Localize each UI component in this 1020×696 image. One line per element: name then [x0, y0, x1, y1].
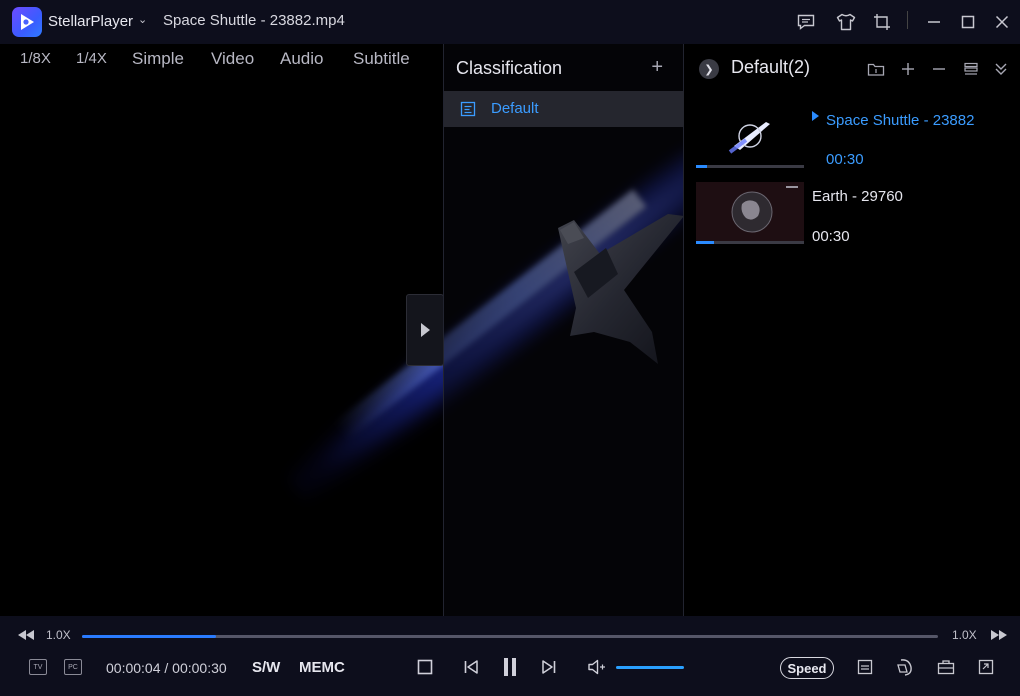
skin-shirt-icon[interactable]: [834, 10, 858, 34]
thumbnail-progress-fill: [696, 241, 715, 244]
now-playing-icon: [812, 111, 819, 121]
playlist-panel: ❯ Default(2) Space Shuttle - 23882 00:30: [684, 44, 1020, 616]
subtitle-icon[interactable]: [856, 658, 874, 676]
playlist-item[interactable]: Space Shuttle - 23882 00:30: [696, 106, 1016, 178]
time-display: 00:00:04 / 00:00:30: [106, 660, 227, 676]
app-name[interactable]: StellarPlayer: [48, 13, 133, 30]
volume-slider[interactable]: [616, 666, 684, 669]
window-title: Space Shuttle - 23882.mp4: [163, 12, 345, 29]
tab-speed-1-4x[interactable]: 1/4X: [76, 50, 107, 67]
add-classification-button[interactable]: +: [651, 56, 663, 79]
title-bar: StellarPlayer ⌄ Space Shuttle - 23882.mp…: [0, 0, 1020, 44]
chevron-down-icon[interactable]: ⌄: [138, 13, 147, 26]
fullscreen-icon[interactable]: [977, 658, 995, 676]
tab-speed-1-8x[interactable]: 1/8X: [20, 50, 51, 67]
previous-icon[interactable]: [462, 658, 480, 676]
classification-item-label: Default: [491, 100, 539, 117]
video-thumbnail: [696, 106, 804, 168]
stop-icon[interactable]: [416, 658, 434, 676]
add-folder-icon[interactable]: [865, 58, 887, 80]
tab-video[interactable]: Video: [211, 49, 254, 69]
classification-title: Classification: [456, 58, 563, 78]
thumbnail-progress: [696, 165, 804, 168]
video-thumbnail: [696, 182, 804, 244]
speed-up-icon[interactable]: [989, 628, 1009, 642]
sw-toggle[interactable]: S/W: [252, 659, 280, 676]
app-logo-icon[interactable]: [12, 7, 42, 37]
playlist-title: Default(2): [731, 57, 811, 77]
double-chevron-down-icon[interactable]: [990, 58, 1012, 80]
toolbox-icon[interactable]: [936, 658, 956, 676]
playlist-item[interactable]: Earth - 29760 00:30: [696, 182, 1016, 254]
classification-panel: Classification + Default: [443, 44, 684, 616]
rate-left-label: 1.0X: [46, 628, 71, 642]
cast-icon[interactable]: [894, 656, 916, 678]
tab-simple[interactable]: Simple: [132, 49, 184, 69]
feedback-icon[interactable]: [794, 10, 818, 34]
pause-icon[interactable]: [500, 656, 520, 678]
playlist-item-name: Earth - 29760: [812, 188, 903, 205]
tab-subtitle[interactable]: Subtitle: [353, 49, 410, 69]
rate-right-label: 1.0X: [952, 628, 977, 642]
crop-icon[interactable]: [870, 10, 894, 34]
earth-thumbnail: [696, 182, 804, 244]
list-view-icon[interactable]: [960, 58, 982, 80]
titlebar-divider: [907, 11, 908, 29]
playlist-item-duration: 00:30: [812, 228, 850, 245]
space-shuttle-thumbnail: [728, 122, 770, 154]
pc-mode-icon[interactable]: PC: [64, 659, 82, 675]
classification-item-default[interactable]: Default: [444, 91, 684, 127]
list-icon: [460, 101, 476, 117]
maximize-icon[interactable]: [956, 10, 980, 34]
panel-expand-handle[interactable]: [406, 294, 444, 366]
playlist-item-name: Space Shuttle - 23882: [826, 112, 975, 129]
playlist-item-duration: 00:30: [826, 151, 864, 168]
tv-mode-icon[interactable]: TV: [29, 659, 47, 675]
speed-button[interactable]: Speed: [780, 657, 834, 679]
volume-icon[interactable]: [586, 658, 608, 676]
progress-fill: [82, 635, 217, 638]
control-bar: 1.0X 1.0X TV PC 00:00:04 / 00:00:30 S/W …: [0, 616, 1020, 696]
add-file-icon[interactable]: [897, 58, 919, 80]
slow-down-icon[interactable]: [16, 628, 36, 642]
tab-audio[interactable]: Audio: [280, 49, 323, 69]
thumbnail-progress-fill: [696, 165, 707, 168]
collapse-panel-icon[interactable]: ❯: [699, 59, 719, 79]
thumbnail-progress: [696, 241, 804, 244]
remove-file-icon[interactable]: [928, 58, 950, 80]
memc-toggle[interactable]: MEMC: [299, 659, 345, 676]
progress-bar[interactable]: [82, 635, 938, 638]
minimize-icon[interactable]: [922, 10, 946, 34]
play-right-icon: [421, 323, 430, 337]
close-icon[interactable]: [990, 10, 1014, 34]
next-icon[interactable]: [540, 658, 558, 676]
